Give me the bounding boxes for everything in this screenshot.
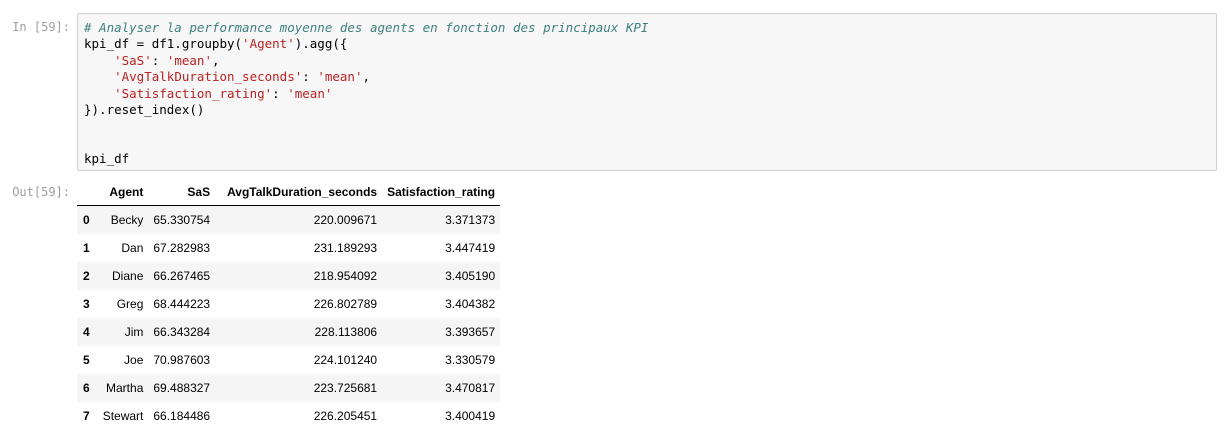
row-index: 0 xyxy=(83,213,90,227)
cell-sas: 68.444223 xyxy=(153,297,211,311)
table-row: 3 Greg 68.444223 226.802789 3.404382 xyxy=(77,290,501,318)
code-token: kpi_df xyxy=(84,151,130,167)
row-index: 2 xyxy=(83,269,90,283)
code-token: ).agg({ xyxy=(294,36,348,52)
code-cell-editor[interactable]: # Analyser la performance moyenne des ag… xyxy=(77,13,1217,171)
code-string: 'Agent' xyxy=(242,36,295,52)
header-index xyxy=(77,178,98,206)
cell-duration: 228.113806 xyxy=(314,325,378,339)
table-row: 0 Becky 65.330754 220.009671 3.371373 xyxy=(77,205,501,234)
cell-agent: Diane xyxy=(112,269,144,283)
row-index: 5 xyxy=(83,353,90,367)
header-avg-talk-duration: AvgTalkDuration_seconds xyxy=(215,178,383,206)
cell-agent: Stewart xyxy=(102,409,144,423)
cell-agent: Greg xyxy=(116,297,144,311)
cell-duration: 226.205451 xyxy=(313,409,378,423)
code-string: 'SaS' xyxy=(114,52,152,68)
cell-satisfaction: 3.400419 xyxy=(445,409,496,423)
cell-sas: 66.267465 xyxy=(153,269,211,283)
code-token: : xyxy=(272,85,288,101)
output-area: Agent SaS AvgTalkDuration_seconds Satisf… xyxy=(77,178,501,430)
cell-sas: 67.282983 xyxy=(153,241,211,255)
code-token: , xyxy=(362,69,371,85)
cell-agent: Dan xyxy=(121,241,144,255)
code-token: kpi_df = df1.groupby( xyxy=(84,36,243,52)
table-row: 4 Jim 66.343284 228.113806 3.393657 xyxy=(77,318,501,346)
header-sas: SaS xyxy=(148,178,216,206)
table-row: 5 Joe 70.987603 224.101240 3.330579 xyxy=(77,346,501,374)
code-token: : xyxy=(151,52,167,68)
output-prompt: Out[59]: xyxy=(12,185,70,199)
dataframe-table: Agent SaS AvgTalkDuration_seconds Satisf… xyxy=(77,178,501,430)
input-prompt: In [59]: xyxy=(12,20,70,34)
table-header-row: Agent SaS AvgTalkDuration_seconds Satisf… xyxy=(77,178,501,206)
code-token: , xyxy=(211,52,220,68)
cell-agent: Joe xyxy=(124,353,144,367)
cell-duration: 220.009671 xyxy=(313,213,378,227)
code-token: }).reset_index() xyxy=(84,102,205,118)
table-row: 1 Dan 67.282983 231.189293 3.447419 xyxy=(77,234,501,262)
cell-sas: 66.343284 xyxy=(153,325,211,339)
code-string: 'mean' xyxy=(317,69,363,85)
code-token: : xyxy=(302,69,318,85)
cell-satisfaction: 3.330579 xyxy=(445,353,496,367)
cell-satisfaction: 3.470817 xyxy=(445,381,496,395)
cell-sas: 70.987603 xyxy=(153,353,211,367)
header-satisfaction-rating: Satisfaction_rating xyxy=(382,178,501,206)
table-row: 7 Stewart 66.184486 226.205451 3.400419 xyxy=(77,402,501,430)
row-index: 7 xyxy=(83,409,90,423)
code-string: 'mean' xyxy=(287,85,333,101)
cell-duration: 218.954092 xyxy=(313,269,378,283)
cell-satisfaction: 3.447419 xyxy=(445,241,496,255)
code-string: 'Satisfaction_rating' xyxy=(114,85,273,101)
table-row: 6 Martha 69.488327 223.725681 3.470817 xyxy=(77,374,501,402)
cell-sas: 69.488327 xyxy=(153,381,211,395)
cell-agent: Becky xyxy=(110,213,144,227)
cell-agent: Jim xyxy=(124,325,144,339)
row-index: 6 xyxy=(83,381,90,395)
cell-agent: Martha xyxy=(106,381,144,395)
code-comment: # Analyser la performance moyenne des ag… xyxy=(84,20,649,35)
code-text[interactable]: # Analyser la performance moyenne des ag… xyxy=(84,20,648,168)
cell-duration: 224.101240 xyxy=(313,353,378,367)
code-string: 'mean' xyxy=(166,52,212,68)
code-string: 'AvgTalkDuration_seconds' xyxy=(114,69,303,85)
row-index: 3 xyxy=(83,297,90,311)
row-index: 1 xyxy=(83,241,90,255)
cell-satisfaction: 3.393657 xyxy=(445,325,496,339)
table-row: 2 Diane 66.267465 218.954092 3.405190 xyxy=(77,262,501,290)
cell-satisfaction: 3.405190 xyxy=(445,269,496,283)
cell-sas: 65.330754 xyxy=(153,213,211,227)
cell-duration: 231.189293 xyxy=(313,241,378,255)
cell-duration: 226.802789 xyxy=(313,297,378,311)
row-index: 4 xyxy=(83,325,90,339)
cell-satisfaction: 3.371373 xyxy=(445,213,496,227)
header-agent: Agent xyxy=(97,178,149,206)
cell-satisfaction: 3.404382 xyxy=(445,297,496,311)
cell-sas: 66.184486 xyxy=(153,409,211,423)
cell-duration: 223.725681 xyxy=(313,381,378,395)
